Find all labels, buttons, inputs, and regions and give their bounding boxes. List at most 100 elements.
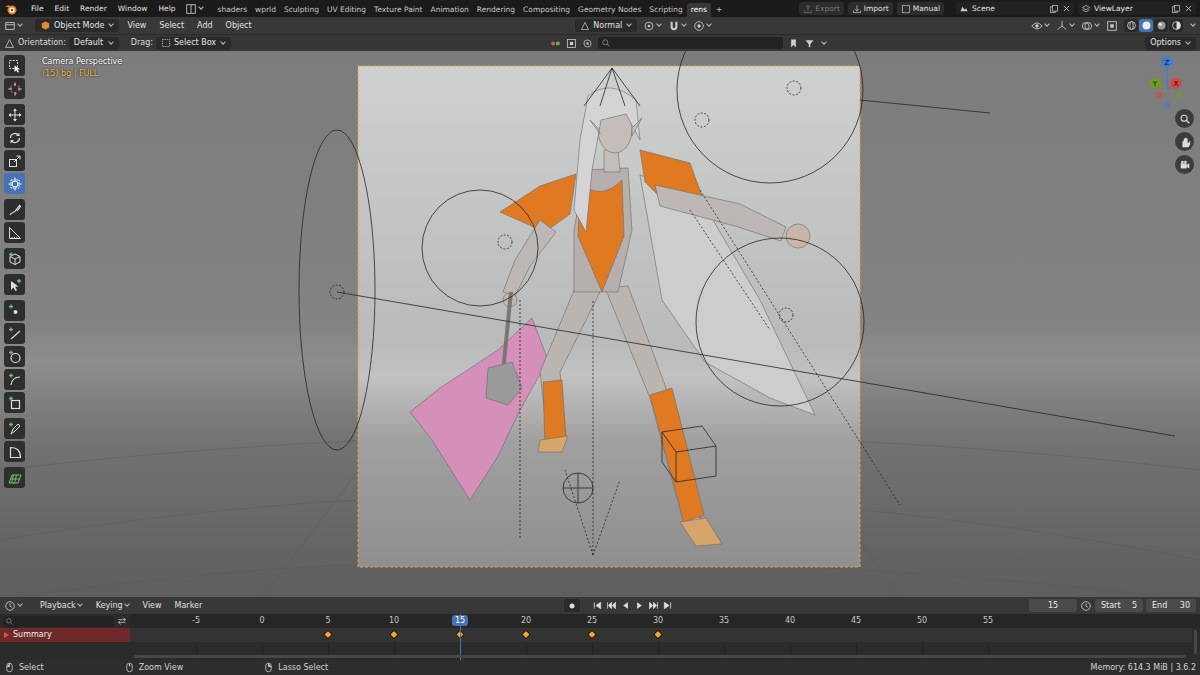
preview-range-icon[interactable]	[1080, 600, 1092, 612]
shading-mode-button[interactable]	[1124, 19, 1138, 32]
jump-start-icon[interactable]	[592, 600, 603, 611]
zoom-button[interactable]	[1175, 109, 1194, 128]
axis-handle[interactable]	[1162, 57, 1173, 68]
timeline-menu[interactable]: Playback	[35, 600, 88, 612]
axis-handle[interactable]	[1150, 78, 1161, 89]
add-workspace-button[interactable]: +	[711, 3, 727, 17]
xray-icon[interactable]	[1106, 20, 1118, 32]
header-menu-item[interactable]: Object	[221, 20, 257, 32]
tool-button[interactable]	[4, 199, 25, 220]
scene-gizmos[interactable]	[299, 51, 1175, 555]
tool-button[interactable]	[4, 369, 25, 390]
workspace-layout-dropdown[interactable]	[185, 3, 204, 15]
keyframe[interactable]	[587, 630, 597, 640]
camera-view-button[interactable]	[1175, 155, 1194, 174]
workspace-tab[interactable]: Scripting	[645, 3, 686, 17]
header-menu-item[interactable]: View	[122, 20, 151, 32]
record-button[interactable]	[564, 599, 580, 612]
tool-button[interactable]	[4, 78, 25, 99]
pan-button[interactable]	[1175, 132, 1194, 151]
timeline-menu[interactable]: View	[138, 600, 167, 612]
workspace-tab[interactable]: Rendering	[473, 3, 519, 17]
scene-selector[interactable]: Scene	[956, 2, 1074, 15]
character-model[interactable]	[410, 88, 815, 546]
keyframe[interactable]	[653, 630, 663, 640]
mesh-filter-icon[interactable]	[582, 38, 593, 49]
tool-button[interactable]	[4, 150, 25, 171]
visibility-dropdown[interactable]	[1031, 20, 1050, 32]
bookmark-icon[interactable]	[788, 38, 799, 49]
menu-item[interactable]: Help	[153, 3, 180, 14]
keyframe[interactable]	[521, 630, 531, 640]
playhead-frame[interactable]: 15	[452, 615, 468, 626]
transform-orientation-dropdown[interactable]: Normal	[575, 19, 637, 32]
expand-toggle[interactable]	[4, 632, 9, 638]
3d-viewport[interactable]: Camera Perspective(15) bg | FULLXYZ	[0, 51, 1200, 597]
workspace-tab[interactable]: wprld	[251, 3, 280, 17]
timeline-editor[interactable]: PlaybackKeyingViewMarker15Start5End30Sum…	[0, 597, 1200, 660]
shading-mode-button[interactable]	[1139, 19, 1153, 32]
workspace-tab[interactable]: Sculpting	[280, 3, 323, 17]
viewport-scene[interactable]	[0, 51, 1200, 597]
mode-dropdown[interactable]: Object Mode	[35, 19, 119, 32]
options-dropdown[interactable]: Options	[1145, 37, 1196, 50]
negative-axis-handle[interactable]	[1156, 92, 1163, 99]
tool-button[interactable]	[4, 173, 25, 194]
filter-icon[interactable]	[804, 38, 815, 49]
end-frame-field[interactable]: End30	[1146, 599, 1196, 612]
view-layer-name[interactable]: ViewLayer	[1094, 4, 1168, 13]
header-menu-item[interactable]: Add	[192, 20, 218, 32]
camera-frame[interactable]	[358, 66, 860, 567]
copy-icon[interactable]	[1171, 4, 1181, 14]
keyframe[interactable]	[389, 630, 399, 640]
workspace-tab[interactable]: Animation	[427, 3, 473, 17]
play-reverse-icon[interactable]	[620, 600, 631, 611]
orientation-dropdown[interactable]: Default	[69, 37, 119, 50]
workspace-tab[interactable]: rens	[687, 3, 711, 17]
workspace-tab[interactable]: Geometry Nodes	[574, 3, 645, 17]
close-icon[interactable]	[1184, 4, 1193, 13]
tool-button[interactable]	[4, 300, 25, 321]
tool-button[interactable]	[4, 441, 25, 462]
scene-name[interactable]: Scene	[972, 4, 1046, 13]
workspace-tab[interactable]: Texture Paint	[370, 3, 426, 17]
snap-dropdown[interactable]	[668, 20, 687, 32]
object-filter-icon[interactable]	[566, 38, 577, 49]
workspace-tab[interactable]: UV Editing	[323, 3, 370, 17]
menu-item[interactable]: Render	[75, 3, 112, 14]
tool-button[interactable]	[4, 248, 25, 269]
next-keyframe-icon[interactable]	[648, 600, 659, 611]
manual-button[interactable]: Manual	[897, 2, 944, 15]
horizontal-scrollbar[interactable]	[134, 655, 1186, 658]
tool-button[interactable]	[4, 222, 25, 243]
navigation-gizmo[interactable]: XYZ	[1135, 53, 1195, 113]
negative-axis-handle[interactable]	[1176, 92, 1183, 99]
menu-item[interactable]: File	[26, 3, 49, 14]
play-icon[interactable]	[634, 600, 645, 611]
export-button[interactable]: Export	[799, 2, 844, 15]
channel-row[interactable]: Summary	[0, 628, 130, 642]
search-field[interactable]	[598, 37, 783, 49]
menu-item[interactable]: Edit	[50, 3, 75, 14]
editor-type-dropdown[interactable]	[4, 20, 23, 32]
menu-item[interactable]: Window	[113, 3, 153, 14]
gizmo-toggle[interactable]	[1056, 20, 1075, 32]
editor-type-dropdown[interactable]	[4, 600, 23, 612]
proportional-dropdown[interactable]	[693, 20, 712, 32]
start-frame-field[interactable]: Start5	[1095, 599, 1143, 612]
tool-button[interactable]	[4, 274, 25, 295]
tool-button[interactable]	[4, 392, 25, 413]
keyframe[interactable]	[323, 630, 333, 640]
drag-dropdown[interactable]: Select Box	[156, 37, 231, 50]
shading-mode-button[interactable]	[1169, 19, 1183, 32]
jump-end-icon[interactable]	[662, 600, 673, 611]
tool-button[interactable]	[4, 127, 25, 148]
blender-logo-icon[interactable]	[4, 2, 18, 16]
collection-icon[interactable]	[550, 38, 561, 49]
tool-button[interactable]	[4, 418, 25, 439]
frame-ruler[interactable]: -50510152025303540455055	[130, 614, 1200, 628]
tool-button[interactable]	[4, 104, 25, 125]
negative-axis-handle[interactable]	[1164, 102, 1171, 109]
timeline-menu[interactable]: Keying	[91, 600, 135, 612]
dopesheet-area[interactable]: -5051015202530354045505515	[130, 614, 1200, 660]
